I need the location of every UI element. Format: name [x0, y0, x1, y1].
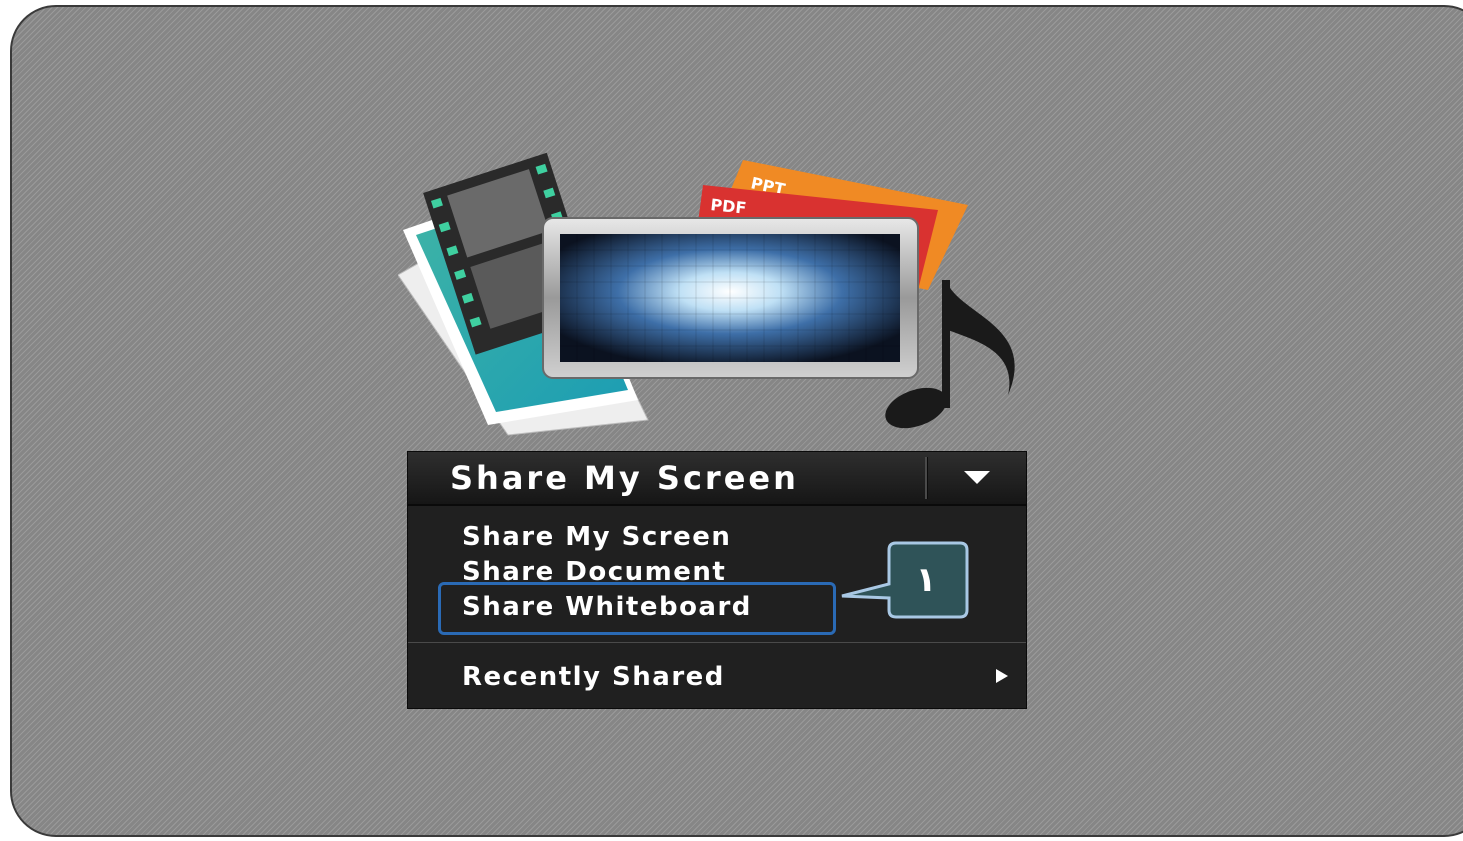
menu-item-recently-shared[interactable]: Recently Shared [462, 662, 725, 692]
caret-right-icon [996, 669, 1008, 683]
share-content-illustration: PPT PDF [398, 152, 1015, 436]
menu-separator [408, 642, 1026, 643]
whiteboard-highlight-box [438, 582, 836, 635]
share-split-button: Share My Screen [407, 451, 1027, 505]
menu-item-share-my-screen[interactable]: Share My Screen [462, 522, 731, 552]
share-dropdown-button[interactable] [928, 452, 1026, 504]
callout-number: ١ [915, 560, 937, 600]
share-my-screen-button[interactable]: Share My Screen [408, 452, 925, 504]
pdf-label: PDF [710, 195, 748, 218]
screen-monitor-icon [542, 217, 919, 379]
caret-down-icon [964, 471, 990, 484]
